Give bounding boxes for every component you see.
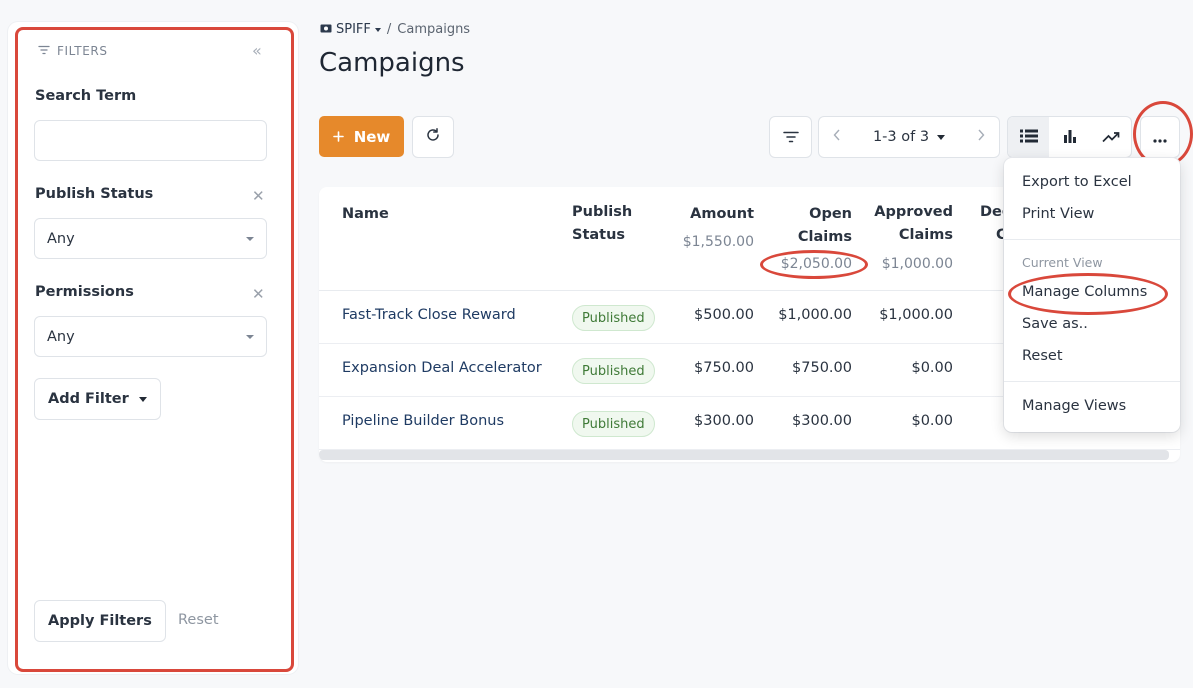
bar-chart-icon: [1063, 128, 1077, 147]
menu-export-excel[interactable]: Export to Excel: [1022, 174, 1132, 190]
open-claims-cell: $1,000.00: [778, 307, 852, 323]
amount-cell: $500.00: [694, 307, 754, 323]
reset-filters-link[interactable]: Reset: [178, 612, 219, 628]
filter-toggle-button[interactable]: [769, 116, 812, 158]
status-badge: Published: [572, 305, 655, 331]
permissions-label: Permissions: [35, 284, 134, 300]
view-toggle-group: [1007, 116, 1132, 158]
breadcrumb-current: Campaigns: [397, 22, 471, 37]
caret-down-icon: [246, 334, 254, 339]
total-open-claims: $2,050.00: [780, 256, 852, 272]
campaign-name-link[interactable]: Expansion Deal Accelerator: [342, 360, 542, 376]
col-header-open-claims-line1: Open: [809, 206, 852, 222]
breadcrumb-root-label: SPIFF: [336, 22, 371, 37]
trend-view-button[interactable]: [1090, 117, 1131, 157]
col-header-open-claims[interactable]: Open Claims: [772, 203, 852, 249]
caret-down-icon: [138, 396, 147, 402]
list-view-button[interactable]: [1008, 117, 1049, 157]
pagination: 1-3 of 3: [818, 116, 1000, 158]
col-header-name[interactable]: Name: [342, 203, 389, 226]
chart-view-button[interactable]: [1049, 117, 1090, 157]
caret-down-icon: [374, 27, 381, 32]
approved-claims-cell: $1,000.00: [879, 307, 953, 323]
filter-lines-icon: [782, 128, 799, 147]
col-header-publish-status-line1: Publish: [572, 204, 633, 220]
chevron-right-icon[interactable]: [977, 129, 985, 145]
col-header-approved-claims-line2: Claims: [898, 227, 953, 243]
apply-filters-label: Apply Filters: [48, 613, 152, 629]
menu-reset[interactable]: Reset: [1022, 348, 1063, 364]
collapse-double-chevron-icon[interactable]: «: [252, 41, 262, 60]
menu-divider: [1004, 381, 1180, 382]
more-icon: [1153, 128, 1167, 147]
approved-claims-cell: $0.00: [911, 413, 953, 429]
open-claims-cell: $300.00: [792, 413, 852, 429]
menu-manage-views[interactable]: Manage Views: [1022, 398, 1126, 414]
clear-publish-status-icon[interactable]: ✕: [252, 187, 265, 205]
col-header-publish-status-line2: Status: [572, 227, 626, 243]
filter-panel: FILTERS « Search Term Publish Status ✕ A…: [8, 22, 298, 674]
money-icon: [320, 22, 332, 37]
menu-print-view[interactable]: Print View: [1022, 206, 1094, 222]
apply-filters-button[interactable]: Apply Filters: [34, 600, 166, 642]
filter-header-label: FILTERS: [57, 44, 108, 58]
caret-down-icon: [937, 134, 946, 140]
new-button-label: New: [353, 127, 391, 146]
more-options-button[interactable]: [1140, 116, 1180, 158]
publish-status-value: Any: [47, 230, 75, 247]
status-badge: Published: [572, 358, 655, 384]
open-claims-cell: $750.00: [792, 360, 852, 376]
pagination-label: 1-3 of 3: [872, 129, 930, 145]
add-filter-button[interactable]: Add Filter: [34, 378, 161, 420]
col-header-approved-claims-line1: Approved: [874, 204, 953, 220]
total-amount: $1,550.00: [682, 234, 754, 250]
menu-divider: [1004, 239, 1180, 240]
publish-status-label: Publish Status: [35, 186, 154, 202]
refresh-button[interactable]: [412, 116, 454, 158]
breadcrumb: SPIFF / Campaigns: [320, 22, 470, 37]
approved-claims-cell: $0.00: [911, 360, 953, 376]
new-button[interactable]: New: [319, 116, 404, 157]
total-approved-claims: $1,000.00: [881, 256, 953, 272]
search-term-input[interactable]: [34, 120, 267, 161]
plus-icon: [332, 128, 344, 146]
menu-save-as[interactable]: Save as..: [1022, 316, 1088, 332]
menu-section-current-view: Current View: [1022, 255, 1103, 270]
search-term-label: Search Term: [35, 88, 137, 104]
col-header-amount[interactable]: Amount: [679, 203, 754, 226]
list-view-icon: [1019, 128, 1038, 147]
add-filter-label: Add Filter: [48, 391, 129, 407]
caret-down-icon: [246, 236, 254, 241]
refresh-icon: [425, 127, 441, 147]
permissions-select[interactable]: Any: [34, 316, 267, 357]
amount-cell: $750.00: [694, 360, 754, 376]
menu-manage-columns[interactable]: Manage Columns: [1022, 284, 1147, 300]
chevron-left-icon[interactable]: [833, 129, 841, 145]
filter-lines-icon: [38, 44, 50, 58]
breadcrumb-root[interactable]: SPIFF: [320, 22, 381, 37]
publish-status-select[interactable]: Any: [34, 218, 267, 259]
clear-permissions-icon[interactable]: ✕: [252, 285, 265, 303]
status-badge: Published: [572, 411, 655, 437]
horizontal-scrollbar[interactable]: [319, 450, 1169, 460]
trend-icon: [1101, 128, 1120, 147]
more-options-menu: Export to Excel Print View Current View …: [1004, 158, 1180, 432]
col-header-approved-claims[interactable]: Approved Claims: [867, 201, 953, 247]
page-title: Campaigns: [319, 48, 465, 78]
filter-header: FILTERS: [38, 44, 108, 58]
amount-cell: $300.00: [694, 413, 754, 429]
breadcrumb-separator: /: [386, 22, 392, 37]
pagination-dropdown[interactable]: 1-3 of 3: [872, 129, 946, 145]
col-header-open-claims-line2: Claims: [797, 229, 852, 245]
col-header-publish-status[interactable]: Publish Status: [572, 201, 632, 247]
campaign-name-link[interactable]: Pipeline Builder Bonus: [342, 413, 504, 429]
permissions-value: Any: [47, 328, 75, 345]
campaign-name-link[interactable]: Fast-Track Close Reward: [342, 307, 516, 323]
